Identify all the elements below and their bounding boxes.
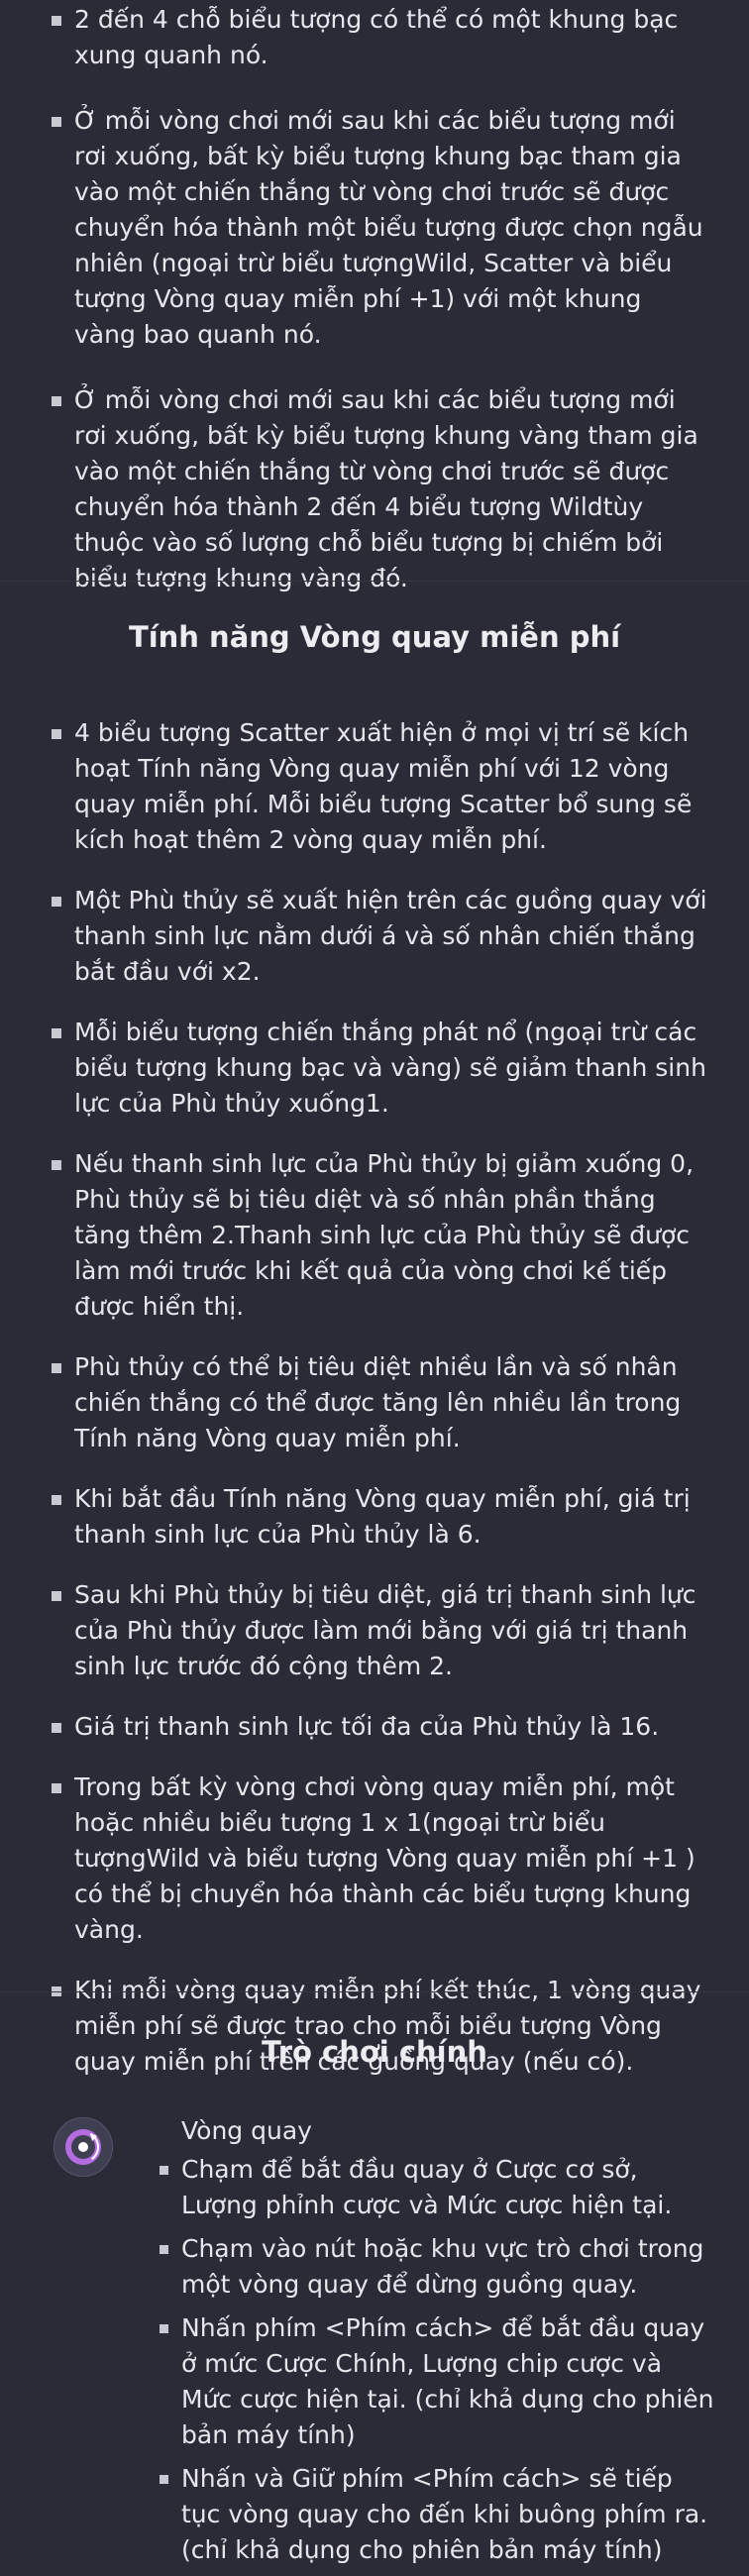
list-item: Ở mỗi vòng chơi mới sau khi các biểu tượ…: [0, 103, 749, 353]
main-game-section: Trò chơi chính Vòng quay Chạm để bắt đầu…: [0, 2035, 749, 2564]
spin-icon: [54, 2117, 113, 2177]
list-item: 2 đến 4 chỗ biểu tượng có thể có một khu…: [0, 2, 749, 73]
spin-heading: Vòng quay: [181, 2116, 312, 2145]
list-item: Phù thủy có thể bị tiêu diệt nhiều lần v…: [0, 1349, 749, 1456]
list-item: Khi bắt đầu Tính năng Vòng quay miễn phí…: [0, 1481, 749, 1553]
wild-features-list: 2 đến 4 chỗ biểu tượng có thể có một khu…: [0, 2, 749, 596]
free-spins-list: 4 biểu tượng Scatter xuất hiện ở mọi vị …: [0, 715, 749, 2080]
section-divider: [0, 1991, 749, 1992]
list-item: Sau khi Phù thủy bị tiêu diệt, giá trị t…: [0, 1577, 749, 1684]
free-spins-title: Tính năng Vòng quay miễn phí: [128, 620, 621, 654]
list-item: Nếu thanh sinh lực của Phù thủy bị giảm …: [0, 1146, 749, 1325]
spin-instructions-list: Chạm để bắt đầu quay ở Cược cơ sở, Lượng…: [160, 2152, 716, 2576]
list-item: Chạm vào nút hoặc khu vực trò chơi trong…: [160, 2231, 716, 2303]
section-divider: [0, 581, 749, 582]
list-item: Một Phù thủy sẽ xuất hiện trên các guồng…: [0, 883, 749, 990]
list-item: Trong bất kỳ vòng chơi vòng quay miễn ph…: [0, 1770, 749, 1948]
list-item: Mỗi biểu tượng chiến thắng phát nổ (ngoạ…: [0, 1015, 749, 1122]
list-item: Ở mỗi vòng chơi mới sau khi các biểu tượ…: [0, 382, 749, 596]
list-item: Giá trị thanh sinh lực tối đa của Phù th…: [0, 1709, 749, 1745]
paytable-page: 2 đến 4 chỗ biểu tượng có thể có một khu…: [0, 0, 749, 2573]
list-item: Chạm để bắt đầu quay ở Cược cơ sở, Lượng…: [160, 2152, 716, 2223]
wild-features-section: 2 đến 4 chỗ biểu tượng có thể có một khu…: [0, 2, 749, 596]
list-item: Nhấn phím <Phím cách> để bắt đầu quay ở …: [160, 2310, 716, 2453]
list-item: 4 biểu tượng Scatter xuất hiện ở mọi vị …: [0, 715, 749, 858]
main-game-title: Trò chơi chính: [262, 2035, 487, 2069]
list-item: Nhấn và Giữ phím <Phím cách> sẽ tiếp tục…: [160, 2461, 716, 2568]
free-spins-section: Tính năng Vòng quay miễn phí 4 biểu tượn…: [0, 620, 749, 2104]
